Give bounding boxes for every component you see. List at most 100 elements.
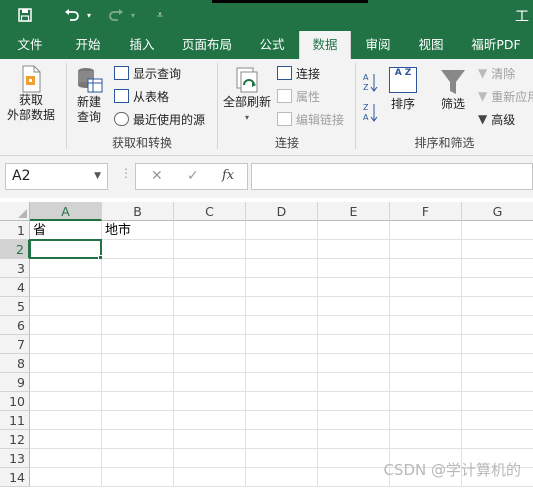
cell-a13[interactable] [30,449,102,468]
tab-page-layout[interactable]: 页面布局 [172,31,242,59]
cell-e5[interactable] [318,297,390,316]
new-query-button[interactable]: 新建 查询 [68,65,110,125]
row-header-10[interactable]: 10 [0,392,30,411]
cell-f4[interactable] [390,278,462,297]
row-header-11[interactable]: 11 [0,411,30,430]
cell-a11[interactable] [30,411,102,430]
cell-a10[interactable] [30,392,102,411]
cell-g10[interactable] [462,392,533,411]
cell-a12[interactable] [30,430,102,449]
cell-b3[interactable] [102,259,174,278]
cell-b9[interactable] [102,373,174,392]
cell-g8[interactable] [462,354,533,373]
cell-c7[interactable] [174,335,246,354]
tab-insert[interactable]: 插入 [118,31,166,59]
cell-c3[interactable] [174,259,246,278]
row-header-8[interactable]: 8 [0,354,30,373]
tab-file[interactable]: 文件 [6,31,54,59]
edit-links-button[interactable]: 编辑链接 [277,109,344,129]
cell-a5[interactable] [30,297,102,316]
cell-d12[interactable] [246,430,318,449]
recent-sources-button[interactable]: 最近使用的源 [114,109,205,129]
column-header-d[interactable]: D [246,202,318,221]
cell-e8[interactable] [318,354,390,373]
cell-d3[interactable] [246,259,318,278]
get-external-data-button[interactable]: 获取 外部数据 [2,65,60,123]
cell-b1[interactable]: 地市 [102,221,174,240]
sort-ascending-icon[interactable]: AZ [362,71,380,93]
cell-b11[interactable] [102,411,174,430]
cell-b10[interactable] [102,392,174,411]
tab-view[interactable]: 视图 [407,31,455,59]
cell-e9[interactable] [318,373,390,392]
cell-d7[interactable] [246,335,318,354]
row-header-9[interactable]: 9 [0,373,30,392]
row-header-14[interactable]: 14 [0,468,30,487]
cell-d10[interactable] [246,392,318,411]
cell-e10[interactable] [318,392,390,411]
cell-g3[interactable] [462,259,533,278]
cell-a8[interactable] [30,354,102,373]
cell-b6[interactable] [102,316,174,335]
cell-b5[interactable] [102,297,174,316]
cell-c4[interactable] [174,278,246,297]
column-header-c[interactable]: C [174,202,246,221]
cell-e4[interactable] [318,278,390,297]
row-header-7[interactable]: 7 [0,335,30,354]
formula-bar-grip[interactable]: ⋮ [120,166,132,180]
cell-d6[interactable] [246,316,318,335]
cell-g1[interactable] [462,221,533,240]
cell-d9[interactable] [246,373,318,392]
cell-e11[interactable] [318,411,390,430]
cell-d8[interactable] [246,354,318,373]
cell-f9[interactable] [390,373,462,392]
cell-g5[interactable] [462,297,533,316]
cell-f12[interactable] [390,430,462,449]
name-box-dropdown-icon[interactable]: ▼ [94,164,101,189]
cell-f1[interactable] [390,221,462,240]
save-icon[interactable] [14,4,36,26]
cell-d5[interactable] [246,297,318,316]
undo-dropdown-icon[interactable]: ▾ [84,4,94,26]
cell-a1[interactable]: 省 [30,221,102,240]
cell-d1[interactable] [246,221,318,240]
row-header-3[interactable]: 3 [0,259,30,278]
cell-c6[interactable] [174,316,246,335]
cell-g11[interactable] [462,411,533,430]
cell-g7[interactable] [462,335,533,354]
reapply-button[interactable]: ▼重新应用 [478,86,533,106]
cell-g4[interactable] [462,278,533,297]
cell-c9[interactable] [174,373,246,392]
cell-f8[interactable] [390,354,462,373]
column-header-g[interactable]: G [462,202,533,221]
tab-data[interactable]: 数据 [299,31,351,59]
customize-quick-access-icon[interactable]: ⩡ [153,4,167,26]
cell-e7[interactable] [318,335,390,354]
enter-icon[interactable]: ✓ [187,168,199,184]
properties-button[interactable]: 属性 [277,86,320,106]
cell-b2[interactable] [102,240,174,259]
name-box[interactable]: A2 ▼ [5,163,108,190]
show-queries-button[interactable]: 显示查询 [114,63,181,83]
cell-g9[interactable] [462,373,533,392]
cell-b12[interactable] [102,430,174,449]
undo-icon[interactable] [60,4,84,26]
cell-f3[interactable] [390,259,462,278]
row-header-12[interactable]: 12 [0,430,30,449]
cell-c8[interactable] [174,354,246,373]
cell-b8[interactable] [102,354,174,373]
column-header-a[interactable]: A [30,202,102,221]
refresh-all-button[interactable]: 全部刷新 ▾ [220,67,274,125]
cell-e3[interactable] [318,259,390,278]
cell-c1[interactable] [174,221,246,240]
row-header-6[interactable]: 6 [0,316,30,335]
connections-button[interactable]: 连接 [277,63,320,83]
row-header-2[interactable]: 2 [0,240,30,259]
cell-a2[interactable] [29,239,102,259]
cell-c2[interactable] [174,240,246,259]
cell-e12[interactable] [318,430,390,449]
cell-e13[interactable] [318,449,390,468]
cell-a3[interactable] [30,259,102,278]
from-table-button[interactable]: 从表格 [114,86,169,106]
cell-d2[interactable] [246,240,318,259]
